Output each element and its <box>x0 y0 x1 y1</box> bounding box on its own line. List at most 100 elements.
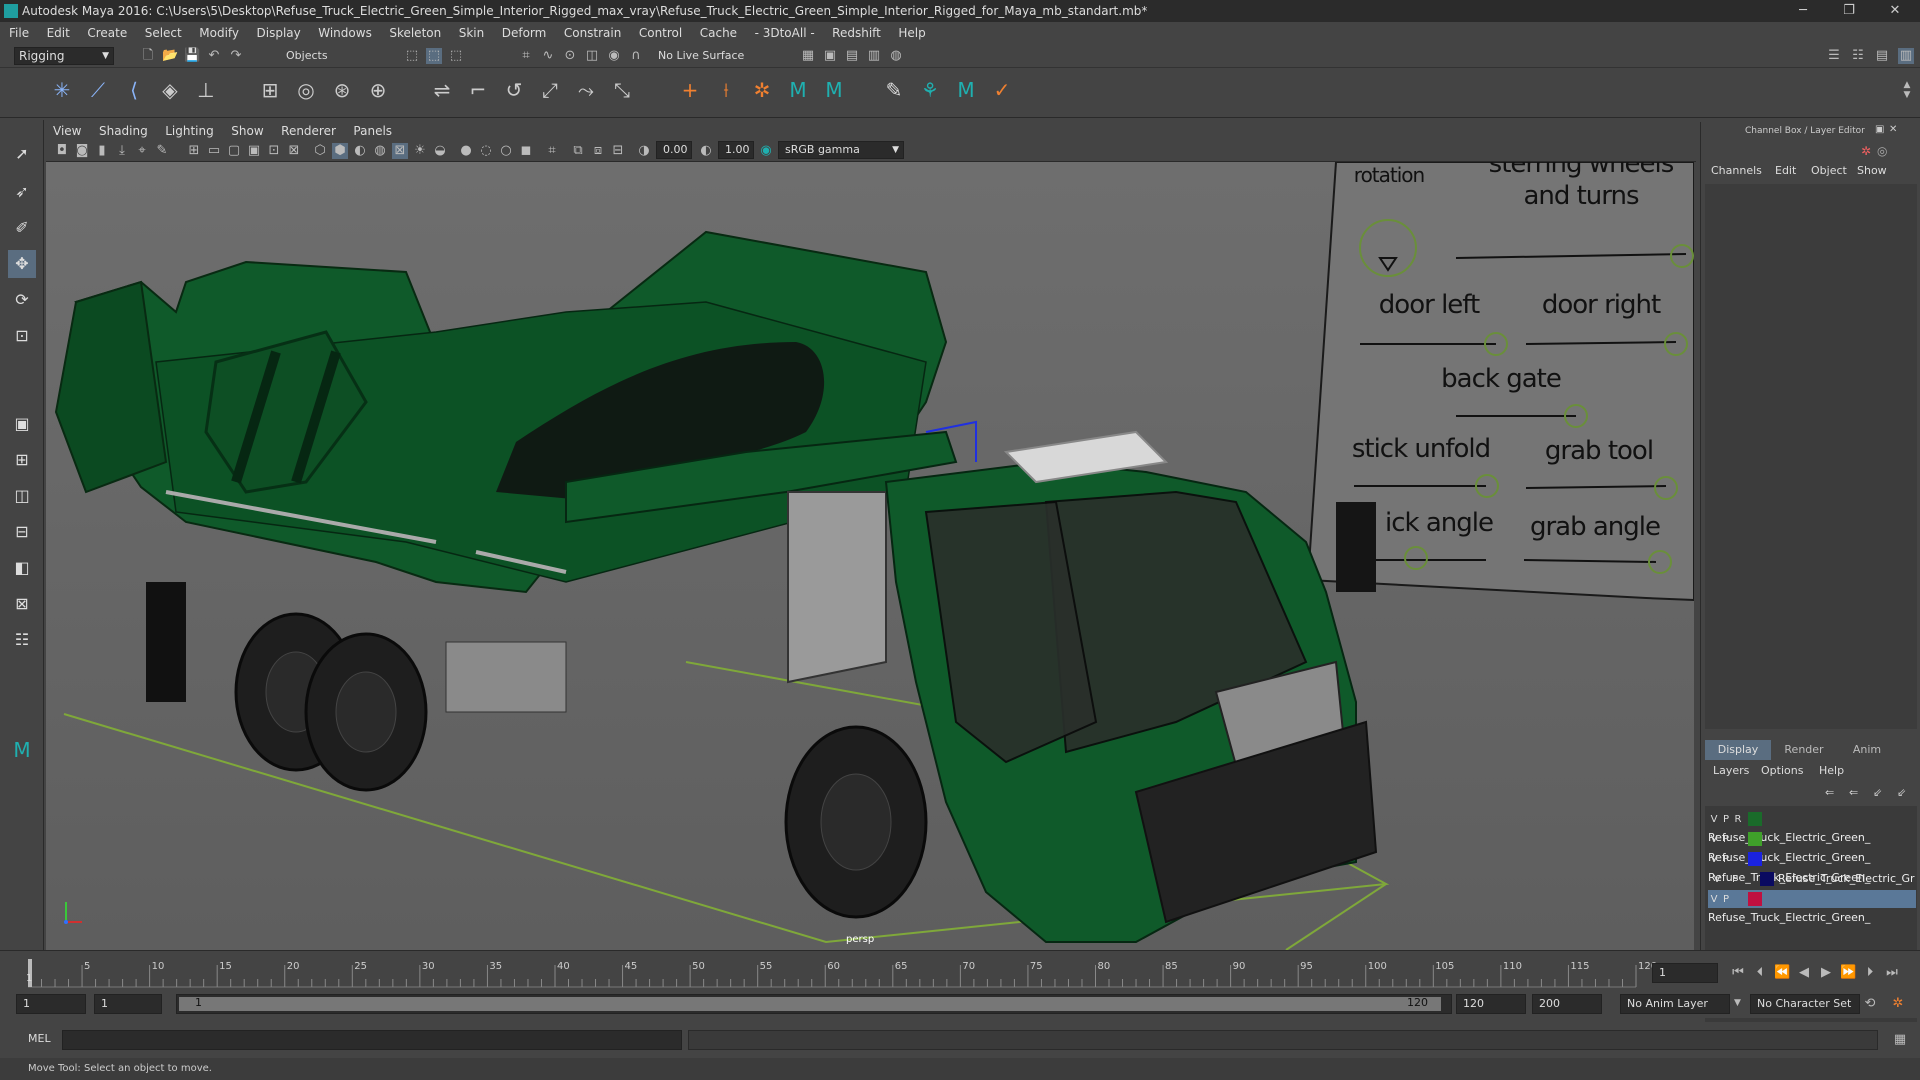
viewport-menu-shading[interactable]: Shading <box>92 122 155 140</box>
depth-of-field-icon[interactable]: ◼ <box>518 143 534 159</box>
menu-cache[interactable]: Cache <box>693 22 744 44</box>
bookmark-icon[interactable]: ▮ <box>94 143 110 159</box>
move-tool-icon[interactable]: ✥ <box>8 250 36 278</box>
lights-icon[interactable]: ☀ <box>412 143 428 159</box>
menu-skeleton[interactable]: Skeleton <box>382 22 448 44</box>
color-management-icon[interactable]: ◉ <box>758 143 774 159</box>
layer-color-swatch[interactable] <box>1748 812 1762 826</box>
layer-visibility[interactable]: V <box>1708 891 1720 909</box>
viewport-menu-panels[interactable]: Panels <box>346 122 399 140</box>
select-object-icon[interactable]: ⬚ <box>426 48 442 64</box>
range-slider-bar[interactable]: 1 120 <box>176 994 1452 1014</box>
command-language-label[interactable]: MEL <box>28 1032 51 1045</box>
orient-constraint-icon[interactable]: ↺ <box>500 76 528 104</box>
persp-graph-icon[interactable]: ⊟ <box>8 518 36 546</box>
layer-visibility[interactable]: V <box>1708 811 1720 829</box>
move-layer-up-icon[interactable]: ⇐ <box>1825 786 1834 799</box>
isolate-select-icon[interactable]: ⌗ <box>544 143 560 159</box>
layer-row[interactable]: V P RRefuse_Truck_Electric_Green_ <box>1708 810 1916 844</box>
wireframe-icon[interactable]: ⬡ <box>312 143 328 159</box>
viewport-menu-view[interactable]: View <box>46 122 88 140</box>
paint-select-tool-icon[interactable]: ✐ <box>8 214 36 242</box>
smooth-shade-icon[interactable]: ⬢ <box>332 143 348 159</box>
step-back-key-icon[interactable]: ⏪ <box>1774 965 1790 981</box>
layer-row-selected[interactable]: V P Refuse_Truck_Electric_Green_ <box>1708 890 1916 924</box>
bind-skin-icon[interactable]: ⊞ <box>256 76 284 104</box>
magnet-icon[interactable]: ∩ <box>628 48 644 64</box>
ipr-render-icon[interactable]: ▤ <box>844 48 860 64</box>
select-component-icon[interactable]: ⬚ <box>448 48 464 64</box>
exposure-field[interactable]: 0.00 <box>656 141 692 159</box>
parent-constraint-icon[interactable]: ⇌ <box>428 76 456 104</box>
camera-attributes-icon[interactable]: ◙ <box>74 143 90 159</box>
layer-playback[interactable]: P <box>1720 811 1732 829</box>
persp-outliner-icon[interactable]: ◫ <box>8 482 36 510</box>
start-time-field[interactable]: 1 <box>16 994 86 1014</box>
channel-box-toggle-icon[interactable]: ✲ <box>1861 144 1871 158</box>
save-scene-icon[interactable]: 💾 <box>184 48 200 64</box>
end-time-field[interactable]: 200 <box>1532 994 1602 1014</box>
layer-color-swatch[interactable] <box>1748 892 1762 906</box>
menu-create[interactable]: Create <box>80 22 134 44</box>
rotate-tool-icon[interactable]: ⟳ <box>8 286 36 314</box>
menu-file[interactable]: File <box>2 22 36 44</box>
wireframe-on-shaded-icon[interactable]: ◐ <box>352 143 368 159</box>
layer-reference[interactable]: R <box>1732 811 1744 829</box>
persp-uv-icon[interactable]: ⊠ <box>8 590 36 618</box>
tab-display[interactable]: Display <box>1705 740 1771 760</box>
maya-tools-icon[interactable]: M <box>952 76 980 104</box>
attribute-toggle-icon[interactable]: ◎ <box>1877 144 1887 158</box>
perspective-viewport[interactable]: wheels rotation sterring wheels and turn… <box>46 162 1694 950</box>
motion-blur-icon[interactable]: ◌ <box>478 143 494 159</box>
viewport-menu-lighting[interactable]: Lighting <box>158 122 221 140</box>
layer-visibility[interactable]: V <box>1708 871 1726 889</box>
command-input[interactable] <box>62 1030 682 1050</box>
lattice-icon[interactable]: ⊛ <box>328 76 356 104</box>
menu-display[interactable]: Display <box>250 22 308 44</box>
xray-icon[interactable]: ⊠ <box>392 143 408 159</box>
menu-control[interactable]: Control <box>632 22 689 44</box>
modeling-toolkit-icon[interactable]: ☰ <box>1826 48 1842 64</box>
cluster-icon[interactable]: ⊕ <box>364 76 392 104</box>
snap-grid-icon[interactable]: ⌗ <box>518 48 534 64</box>
field-chart-icon[interactable]: ⊡ <box>266 143 282 159</box>
set-driven-key-icon[interactable]: ✲ <box>748 76 776 104</box>
humanik-icon[interactable]: M <box>784 76 812 104</box>
film-gate-icon[interactable]: ▭ <box>206 143 222 159</box>
options-menu[interactable]: Options <box>1761 764 1803 777</box>
layer-color-swatch[interactable] <box>1748 832 1762 846</box>
joint-tool-icon[interactable]: ✳ <box>48 76 76 104</box>
snap-point-icon[interactable]: ⊙ <box>562 48 578 64</box>
select-hierarchy-icon[interactable]: ⬚ <box>404 48 420 64</box>
layer-visibility[interactable]: V <box>1708 851 1720 869</box>
anim-layer-dropdown[interactable]: No Anim Layer <box>1620 994 1730 1014</box>
animation-preferences-icon[interactable]: ✲ <box>1890 996 1906 1012</box>
step-forward-frame-icon[interactable]: ⏵ <box>1862 965 1878 981</box>
exposure-icon[interactable]: ◑ <box>636 143 652 159</box>
step-forward-key-icon[interactable]: ⏩ <box>1840 965 1856 981</box>
layer-color-swatch[interactable] <box>1760 872 1774 886</box>
grease-pencil-icon[interactable]: ✎ <box>154 143 170 159</box>
open-scene-icon[interactable]: 📂 <box>162 48 178 64</box>
playback-end-field[interactable]: 120 <box>1456 994 1526 1014</box>
select-camera-icon[interactable]: ◘ <box>54 143 70 159</box>
cluster-handle-icon[interactable]: ⟊ <box>712 76 740 104</box>
live-surface-field[interactable]: No Live Surface <box>658 48 744 64</box>
antialias-icon[interactable]: ○ <box>498 143 514 159</box>
close-button[interactable]: ✕ <box>1872 0 1918 22</box>
snap-curve-icon[interactable]: ∿ <box>540 48 556 64</box>
script-editor-icon[interactable]: ▦ <box>1892 1032 1908 1048</box>
layer-row[interactable]: V PRefuse_Truck_Electric_Green_ <box>1708 850 1916 884</box>
layer-playback[interactable]: P <box>1726 871 1744 889</box>
viewport-menu-renderer[interactable]: Renderer <box>274 122 343 140</box>
range-slider-handle[interactable] <box>179 997 1441 1011</box>
shadows-icon[interactable]: ◒ <box>432 143 448 159</box>
character-controls-icon[interactable]: ⚘ <box>916 76 944 104</box>
select-tool-icon[interactable]: ➚ <box>8 140 36 168</box>
quick-rig-icon[interactable]: M <box>820 76 848 104</box>
insert-joint-icon[interactable]: ◈ <box>156 76 184 104</box>
maximize-button[interactable]: ❐ <box>1826 0 1872 22</box>
play-backwards-icon[interactable]: ◀ <box>1796 965 1812 981</box>
hud-icon[interactable]: ⊟ <box>610 143 626 159</box>
two-d-pan-icon[interactable]: ⌖ <box>134 143 150 159</box>
